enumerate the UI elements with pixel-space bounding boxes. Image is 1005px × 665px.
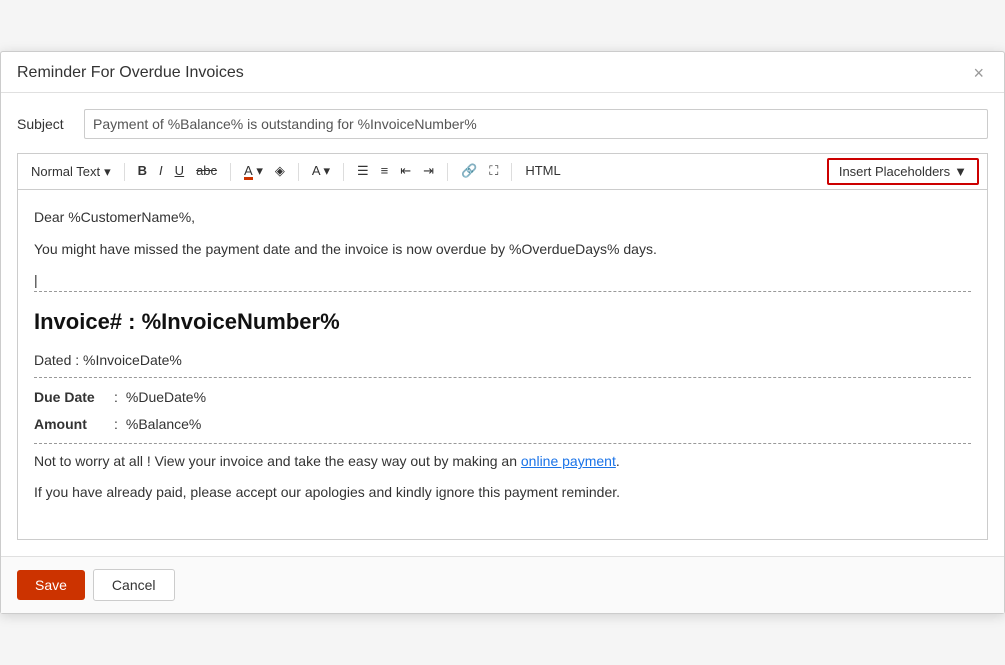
underline-button[interactable]: U: [170, 159, 189, 183]
amount-value: %Balance%: [126, 411, 214, 437]
toolbar-group-insert: 🔗 ⛶: [456, 159, 503, 183]
table-row-amount: Amount : %Balance%: [34, 411, 214, 437]
due-date-label: Due Date: [34, 384, 114, 410]
outdent-icon: ⇤: [400, 163, 411, 178]
online-payment-link[interactable]: online payment: [521, 453, 616, 469]
due-date-colon: :: [114, 384, 126, 410]
reminder-modal: Reminder For Overdue Invoices × Subject …: [0, 51, 1005, 614]
toolbar-divider-5: [447, 163, 448, 181]
editor-cursor: |: [34, 269, 971, 285]
strikethrough-button[interactable]: abc: [191, 159, 222, 183]
link-button[interactable]: 🔗: [456, 159, 482, 183]
chevron-down-icon-color: ▾: [256, 163, 263, 178]
ordered-list-button[interactable]: ≡: [376, 159, 394, 183]
editor-area[interactable]: Dear %CustomerName%, You might have miss…: [17, 190, 988, 540]
editor-invoice-heading: Invoice# : %InvoiceNumber%: [34, 304, 971, 339]
close-button[interactable]: ×: [969, 64, 988, 82]
indent-icon: ⇥: [423, 163, 434, 178]
indent-button[interactable]: ⇥: [418, 159, 439, 183]
toolbar-divider-1: [124, 163, 125, 181]
chevron-down-icon-placeholders: ▼: [954, 164, 967, 179]
toolbar-group-fontsize: A ▾: [307, 159, 335, 183]
normal-text-dropdown[interactable]: Normal Text ▾: [26, 161, 116, 183]
font-size-label: A: [312, 163, 320, 178]
modal-title: Reminder For Overdue Invoices: [17, 64, 244, 82]
chevron-down-icon: ▾: [104, 164, 111, 180]
insert-placeholders-label: Insert Placeholders: [839, 164, 950, 179]
editor-dated: Dated : %InvoiceDate%: [34, 349, 971, 371]
subject-label: Subject: [17, 116, 72, 132]
toolbar-group-formatting: B I U abc: [133, 159, 222, 183]
invoice-details-table: Due Date : %DueDate% Amount : %Balance%: [34, 384, 214, 437]
toolbar-group-lists: ☰ ≡ ⇤ ⇥: [352, 159, 439, 183]
font-color-button[interactable]: A ▾: [239, 159, 268, 183]
editor-line2-prefix: Not to worry at all ! View your invoice …: [34, 453, 521, 469]
toolbar: Normal Text ▾ B I U abc A ▾ ◈: [17, 153, 988, 190]
toolbar-divider-4: [343, 163, 344, 181]
ordered-list-icon: ≡: [381, 163, 389, 178]
editor-line3: If you have already paid, please accept …: [34, 481, 971, 503]
toolbar-group-text-style: Normal Text ▾: [26, 161, 116, 183]
highlight-icon: ◈: [275, 163, 285, 178]
editor-line1: You might have missed the payment date a…: [34, 238, 971, 260]
modal-header: Reminder For Overdue Invoices ×: [1, 52, 1004, 93]
editor-line2: Not to worry at all ! View your invoice …: [34, 450, 971, 472]
editor-divider-2: [34, 377, 971, 378]
editor-invoice-table: Due Date : %DueDate% Amount : %Balance%: [34, 384, 971, 437]
editor-divider-3: [34, 443, 971, 444]
modal-footer: Save Cancel: [1, 556, 1004, 613]
due-date-value: %DueDate%: [126, 384, 214, 410]
editor-line2-suffix: .: [616, 453, 620, 469]
toolbar-divider-3: [298, 163, 299, 181]
editor-divider-1: [34, 291, 971, 292]
toolbar-group-color: A ▾ ◈: [239, 159, 290, 183]
subject-row: Subject: [17, 109, 988, 139]
modal-body: Subject Normal Text ▾ B I U abc A: [1, 93, 1004, 556]
save-button[interactable]: Save: [17, 570, 85, 600]
outdent-button[interactable]: ⇤: [395, 159, 416, 183]
unordered-list-button[interactable]: ☰: [352, 159, 374, 183]
toolbar-divider-2: [230, 163, 231, 181]
font-color-icon: A: [244, 164, 253, 180]
italic-button[interactable]: I: [154, 159, 168, 183]
bold-button[interactable]: B: [133, 159, 152, 183]
image-icon: ⛶: [489, 163, 498, 178]
cancel-button[interactable]: Cancel: [93, 569, 175, 601]
html-button[interactable]: HTML: [520, 159, 565, 183]
chevron-down-icon-fontsize: ▾: [323, 163, 330, 178]
insert-placeholders-button[interactable]: Insert Placeholders ▼: [827, 158, 979, 185]
editor-greeting: Dear %CustomerName%,: [34, 206, 971, 228]
editor-content: Dear %CustomerName%, You might have miss…: [34, 206, 971, 503]
toolbar-divider-6: [511, 163, 512, 181]
unordered-list-icon: ☰: [357, 163, 369, 178]
amount-colon: :: [114, 411, 126, 437]
font-size-button[interactable]: A ▾: [307, 159, 335, 183]
table-row-due-date: Due Date : %DueDate%: [34, 384, 214, 410]
highlight-button[interactable]: ◈: [270, 159, 290, 183]
link-icon: 🔗: [461, 163, 477, 178]
subject-input[interactable]: [84, 109, 988, 139]
normal-text-label: Normal Text: [31, 164, 100, 179]
image-button[interactable]: ⛶: [484, 159, 503, 183]
amount-label: Amount: [34, 411, 114, 437]
